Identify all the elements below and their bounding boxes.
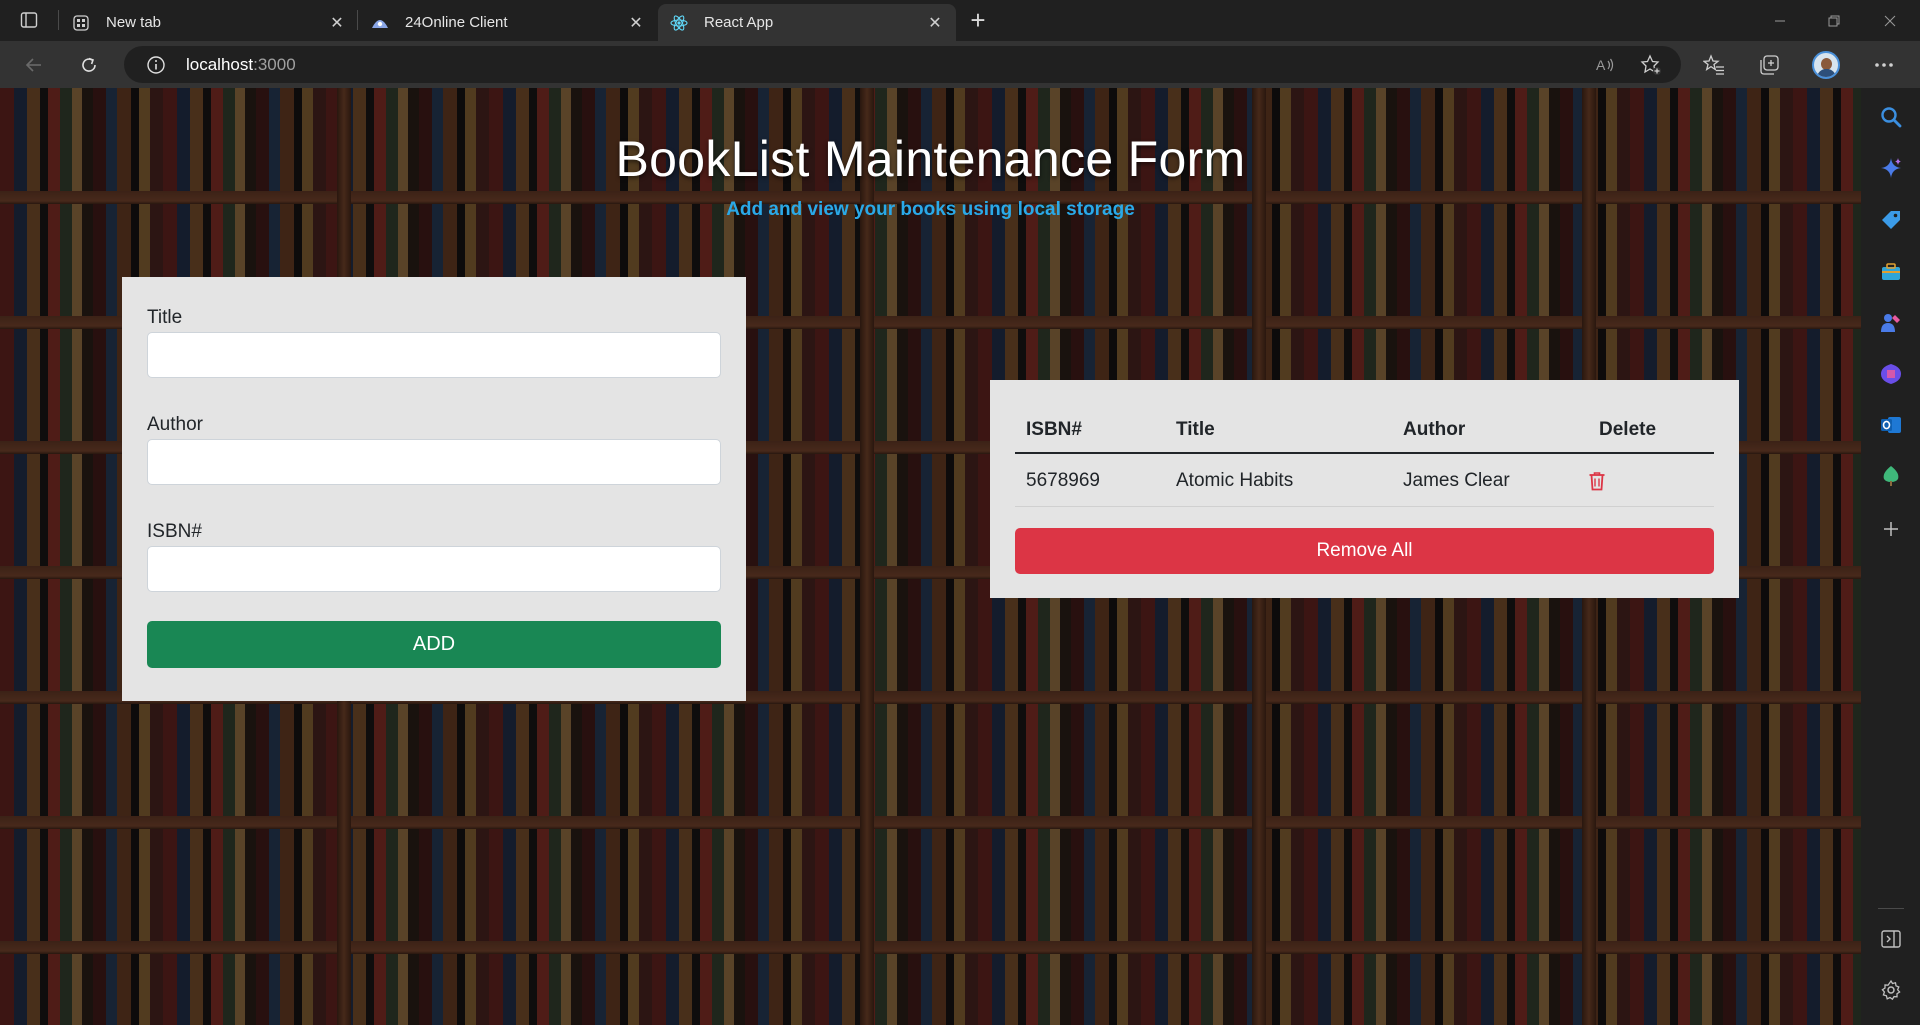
url-text: localhost:3000 xyxy=(186,55,296,75)
site-info-icon[interactable] xyxy=(146,55,166,75)
profile-avatar[interactable] xyxy=(1812,51,1840,79)
drop-tree-icon[interactable] xyxy=(1880,465,1902,487)
book-list-card: ISBN# Title Author Delete 5678969 Atomic… xyxy=(990,380,1739,598)
search-icon[interactable] xyxy=(1880,106,1902,128)
edge-sidebar xyxy=(1861,88,1920,1025)
games-icon[interactable] xyxy=(1880,312,1902,334)
add-book-button[interactable]: ADD xyxy=(147,621,721,668)
minimize-icon[interactable] xyxy=(1752,0,1808,41)
title-input[interactable] xyxy=(147,332,721,378)
sidebar-divider xyxy=(1878,908,1904,909)
collections-icon[interactable] xyxy=(1753,49,1785,81)
add-sidebar-app-icon[interactable] xyxy=(1880,518,1902,540)
settings-gear-icon[interactable] xyxy=(1880,979,1902,1001)
tab-title: 24Online Client xyxy=(405,14,508,31)
title-label: Title xyxy=(147,307,183,328)
close-window-icon[interactable] xyxy=(1862,0,1918,41)
shopping-tag-icon[interactable] xyxy=(1880,209,1902,231)
tab-title: React App xyxy=(704,14,774,31)
avatar-body xyxy=(1817,69,1836,77)
refresh-icon[interactable] xyxy=(73,49,105,81)
table-header: ISBN# Title Author Delete xyxy=(1015,416,1714,454)
page-title: BookList Maintenance Form xyxy=(615,131,1246,187)
react-icon xyxy=(670,14,688,32)
favorites-icon[interactable] xyxy=(1698,49,1730,81)
tab-separator xyxy=(58,10,59,30)
isbn-label: ISBN# xyxy=(147,521,202,542)
column-header-title: Title xyxy=(1176,419,1215,440)
close-tab-icon[interactable]: ✕ xyxy=(627,14,645,32)
column-header-isbn: ISBN# xyxy=(1026,419,1082,440)
hide-sidebar-icon[interactable] xyxy=(1880,928,1902,950)
restore-icon[interactable] xyxy=(1806,0,1862,41)
cell-author: James Clear xyxy=(1403,469,1510,491)
cell-title: Atomic Habits xyxy=(1176,469,1294,491)
author-label: Author xyxy=(147,414,203,435)
read-aloud-icon[interactable]: A xyxy=(1594,54,1616,76)
tab-new-tab[interactable]: New tab ✕ xyxy=(60,4,358,41)
address-input[interactable]: localhost:3000 A xyxy=(124,46,1681,83)
column-header-author: Author xyxy=(1403,419,1466,440)
new-tab-button[interactable]: + xyxy=(964,5,992,35)
page-subtitle: Add and view your books using local stor… xyxy=(726,199,1135,220)
outlook-icon[interactable] xyxy=(1880,414,1902,436)
svg-text:A: A xyxy=(1596,57,1606,73)
24online-icon xyxy=(371,14,389,32)
add-favorite-icon[interactable] xyxy=(1640,54,1662,76)
remove-all-button[interactable]: Remove All xyxy=(1015,528,1714,574)
back-arrow-icon[interactable] xyxy=(18,49,50,81)
url-port: :3000 xyxy=(253,55,296,74)
url-host: localhost xyxy=(186,55,254,74)
close-tab-icon[interactable]: ✕ xyxy=(328,14,346,32)
copilot-sparkle-icon[interactable] xyxy=(1880,157,1902,179)
tab-24online-client[interactable]: 24Online Client ✕ xyxy=(359,4,657,41)
close-tab-icon[interactable]: ✕ xyxy=(926,14,944,32)
more-options-icon[interactable] xyxy=(1868,49,1900,81)
address-bar-row: localhost:3000 A xyxy=(0,41,1920,88)
tab-react-app[interactable]: React App ✕ xyxy=(658,4,956,41)
page-viewport: BookList Maintenance Form Add and view y… xyxy=(0,88,1861,1025)
microsoft-365-icon[interactable] xyxy=(1880,363,1902,385)
tab-title: New tab xyxy=(106,14,162,31)
book-form: Title Author ISBN# ADD xyxy=(122,277,746,701)
newtab-icon xyxy=(72,14,90,32)
tools-briefcase-icon[interactable] xyxy=(1880,261,1902,283)
column-header-delete: Delete xyxy=(1599,419,1657,440)
author-input[interactable] xyxy=(147,439,721,485)
isbn-input[interactable] xyxy=(147,546,721,592)
tab-separator xyxy=(357,10,358,30)
browser-tab-bar: New tab ✕ 24Online Client ✕ React App ✕ … xyxy=(0,0,1920,41)
table-row: 5678969 Atomic Habits James Clear xyxy=(1015,455,1714,507)
tab-actions-menu-icon[interactable] xyxy=(14,8,44,32)
trash-icon[interactable] xyxy=(1588,471,1606,491)
cell-isbn: 5678969 xyxy=(1026,469,1100,491)
